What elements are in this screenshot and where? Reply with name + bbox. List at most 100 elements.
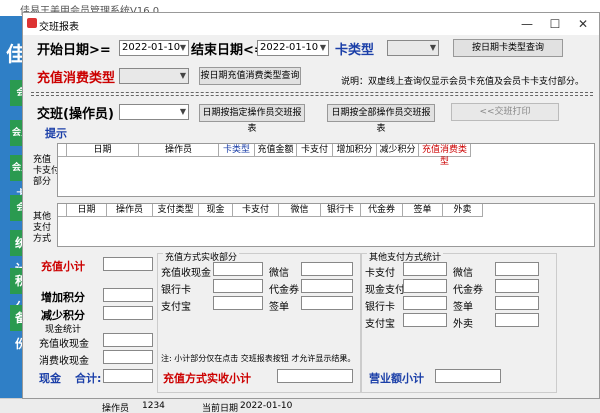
reduce-points-field [103,306,153,320]
other-sign-bill-label: 签单 [453,302,473,313]
query-hint: 说明：双虚线上查询仅显示会员卡充值及会员卡卡支付部分。 [341,77,585,87]
status-date-label: 当前日期 [202,404,239,413]
col-card-pay: 卡支付 [297,144,333,157]
card-type-label: 卡类型 [335,43,375,58]
col-takeout: 外卖 [443,204,483,217]
col-add-points: 增加积分 [333,144,377,157]
col-card-type: 卡类型 [219,144,255,157]
col-cash: 现金 [199,204,233,217]
recharge-cash-field [103,333,153,347]
other-cash-pay-label: 现金支付 [365,285,405,296]
col-sign-bill: 签单 [403,204,443,217]
other-card-pay-label: 卡支付 [365,268,395,279]
consume-cash-field [103,350,153,364]
shift-operator-label: 交班(操作员) [37,107,114,122]
dialog-title: 交班报表 [39,22,79,33]
chevron-down-icon: ▼ [179,107,186,116]
status-bar: 操作员 1234 当前日期 2022-01-10 [0,398,600,413]
pay-alipay-field [213,296,263,310]
cash-total-field [103,369,153,383]
cash-total-label: 现金 [39,372,61,385]
recharge-subtotal-field [103,257,153,271]
double-dash-divider-2 [31,95,593,96]
other-wechat-label: 微信 [453,268,473,279]
total-label: 合计: [75,372,102,385]
tip-label: 提示 [45,127,67,140]
query-operator-button[interactable]: 日期按指定操作员交班报表 [199,104,305,134]
chevron-down-icon: ▼ [179,43,186,52]
query-recharge-type-button[interactable]: 按日期充值消费类型查询 [199,67,301,85]
shift-report-dialog: 交班报表 — ☐ ✕ 开始日期>= 2022-01-10 ▼ 结束日期<= 202… [22,12,600,399]
other-alipay-label: 支付宝 [365,319,395,330]
other-payment-grid[interactable]: 日期 操作员 支付类型 现金 卡支付 微信 银行卡 代金券 签单 外卖 [57,203,595,247]
other-voucher-label: 代金券 [453,285,483,296]
card-type-select[interactable]: ▼ [387,40,439,56]
query-all-operators-button[interactable]: 日期按全部操作员交班报表 [327,104,435,134]
col-bank-card: 银行卡 [321,204,361,217]
pay-wechat-label: 微信 [269,268,289,279]
pay-bank-card-field [213,279,263,293]
pay-recharge-cash-field [213,262,263,276]
grid1-side-label: 充值 卡支付 部分 [33,155,61,187]
dialog-title-bar: 交班报表 — ☐ ✕ [23,13,599,35]
col-operator: 操作员 [107,204,153,217]
pay-voucher-label: 代金券 [269,285,299,296]
pay-sign-bill-label: 签单 [269,302,289,313]
reduce-points-label: 减少积分 [41,309,85,322]
col-recharge-amount: 充值金额 [255,144,297,157]
pay-subtotal-field [277,369,353,383]
col-date: 日期 [67,204,107,217]
col-voucher: 代金券 [361,204,403,217]
chevron-down-icon: ▼ [319,43,326,52]
status-operator-value: 1234 [142,401,165,411]
recharge-grid[interactable]: 日期 操作员 卡类型 充值金额 卡支付 增加积分 减少积分 充值消费类型 [57,143,595,197]
col-date: 日期 [67,144,139,157]
recharge-subtotal-label: 充值小计 [41,260,85,273]
other-voucher-field [495,279,539,293]
other-cash-pay-field [403,279,447,293]
col-recharge-type: 充值消费类型 [419,144,471,167]
chevron-down-icon: ▼ [179,71,186,80]
other-bank-card-label: 银行卡 [365,302,395,313]
revenue-subtotal-label: 营业额小计 [369,372,424,385]
recharge-type-select[interactable]: ▼ [119,68,189,84]
chevron-down-icon: ▼ [429,43,436,52]
other-alipay-field [403,313,447,327]
col-card-pay: 卡支付 [233,204,279,217]
pay-sign-bill-field [301,296,353,310]
col-pay-type: 支付类型 [153,204,199,217]
consume-cash-label: 消费收现金 [39,356,89,367]
maximize-icon[interactable]: ☐ [541,13,569,35]
recharge-cash-label: 充值收现金 [39,339,89,350]
start-date-label: 开始日期>= [37,43,111,58]
pay-wechat-field [301,262,353,276]
minimize-icon[interactable]: — [513,13,541,35]
close-icon[interactable]: ✕ [569,13,597,35]
other-takeout-label: 外卖 [453,319,473,330]
recharge-type-label: 充值消费类型 [37,71,116,86]
end-date-label: 结束日期<= [191,43,265,58]
status-operator-label: 操作员 [102,404,130,413]
add-points-label: 增加积分 [41,291,85,304]
shift-print-button[interactable]: <<交班打印 [451,103,559,121]
pay-bank-card-label: 银行卡 [161,285,191,296]
other-sign-bill-field [495,296,539,310]
grid2-side-label: 其他 支付 方式 [33,212,52,244]
col-operator: 操作员 [139,144,219,157]
other-wechat-field [495,262,539,276]
cash-stats-label: 现金统计 [45,325,82,335]
pay-note: 注: 小计部分仅在点击 交班报表按钮 才允许显示结果。 [161,354,356,363]
query-by-card-type-button[interactable]: 按日期卡类型查询 [453,39,563,57]
revenue-subtotal-field [435,369,501,383]
col-reduce-points: 减少积分 [377,144,419,157]
start-date-picker[interactable]: 2022-01-10 ▼ [119,40,189,56]
status-date-value: 2022-01-10 [240,401,293,411]
col-wechat: 微信 [279,204,321,217]
pay-subtotal-label: 充值方式实收小计 [163,372,251,385]
other-card-pay-field [403,262,447,276]
dialog-app-icon [27,18,37,28]
end-date-picker[interactable]: 2022-01-10 ▼ [257,40,329,56]
operator-select[interactable]: ▼ [119,104,189,120]
pay-recharge-cash-label: 充值收现金 [161,268,211,279]
other-bank-card-field [403,296,447,310]
